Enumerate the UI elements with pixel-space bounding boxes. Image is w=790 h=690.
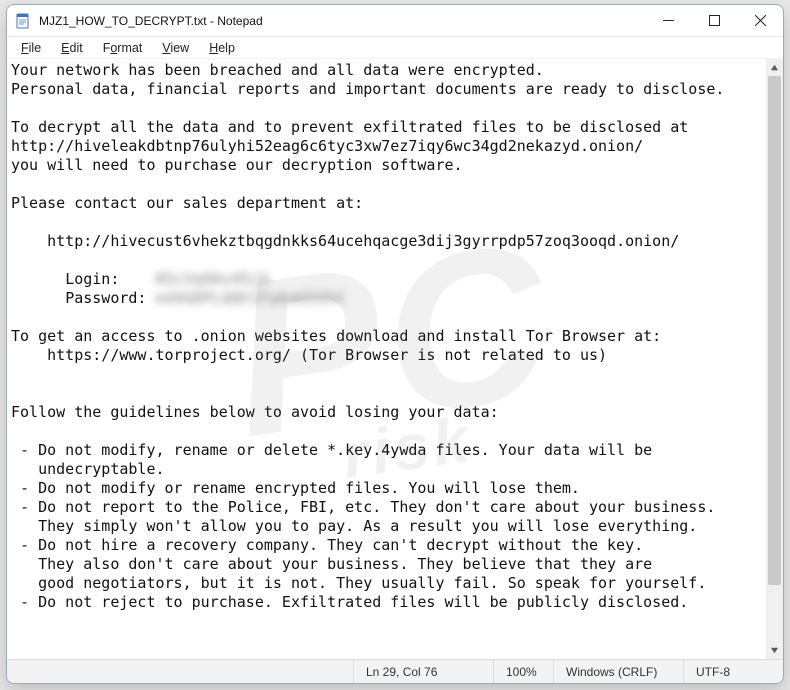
text-content[interactable]: Your network has been breached and all d… bbox=[7, 59, 766, 659]
menubar: File Edit Format View Help bbox=[7, 37, 783, 59]
status-lead bbox=[7, 660, 353, 683]
menu-help[interactable]: Help bbox=[199, 39, 245, 57]
close-button[interactable] bbox=[737, 5, 783, 36]
window-title: MJZ1_HOW_TO_DECRYPT.txt - Notepad bbox=[39, 14, 263, 28]
status-eol: Windows (CRLF) bbox=[553, 660, 683, 683]
status-position: Ln 29, Col 76 bbox=[353, 660, 493, 683]
scroll-up-button[interactable] bbox=[766, 59, 783, 76]
menu-file[interactable]: File bbox=[11, 39, 51, 57]
status-zoom: 100% bbox=[493, 660, 553, 683]
status-encoding: UTF-8 bbox=[683, 660, 783, 683]
menu-view[interactable]: View bbox=[152, 39, 199, 57]
password-value-redacted: ed4GDPLQQh1FpbaG5XhC bbox=[156, 289, 347, 307]
vertical-scrollbar[interactable] bbox=[766, 59, 783, 659]
menu-format[interactable]: Format bbox=[93, 39, 153, 57]
editor-area: PC risk Your network has been breached a… bbox=[7, 59, 783, 659]
notepad-app-icon bbox=[15, 13, 31, 29]
minimize-button[interactable] bbox=[645, 5, 691, 36]
notepad-window: MJZ1_HOW_TO_DECRYPT.txt - Notepad File E… bbox=[6, 4, 784, 684]
scrollbar-thumb[interactable] bbox=[768, 76, 781, 585]
statusbar: Ln 29, Col 76 100% Windows (CRLF) UTF-8 bbox=[7, 659, 783, 683]
scroll-down-button[interactable] bbox=[766, 642, 783, 659]
menu-edit[interactable]: Edit bbox=[51, 39, 93, 57]
titlebar[interactable]: MJZ1_HOW_TO_DECRYPT.txt - Notepad bbox=[7, 5, 783, 37]
maximize-button[interactable] bbox=[691, 5, 737, 36]
login-value-redacted: 85cVq9Av45jb bbox=[156, 270, 270, 288]
scrollbar-track[interactable] bbox=[766, 76, 783, 642]
